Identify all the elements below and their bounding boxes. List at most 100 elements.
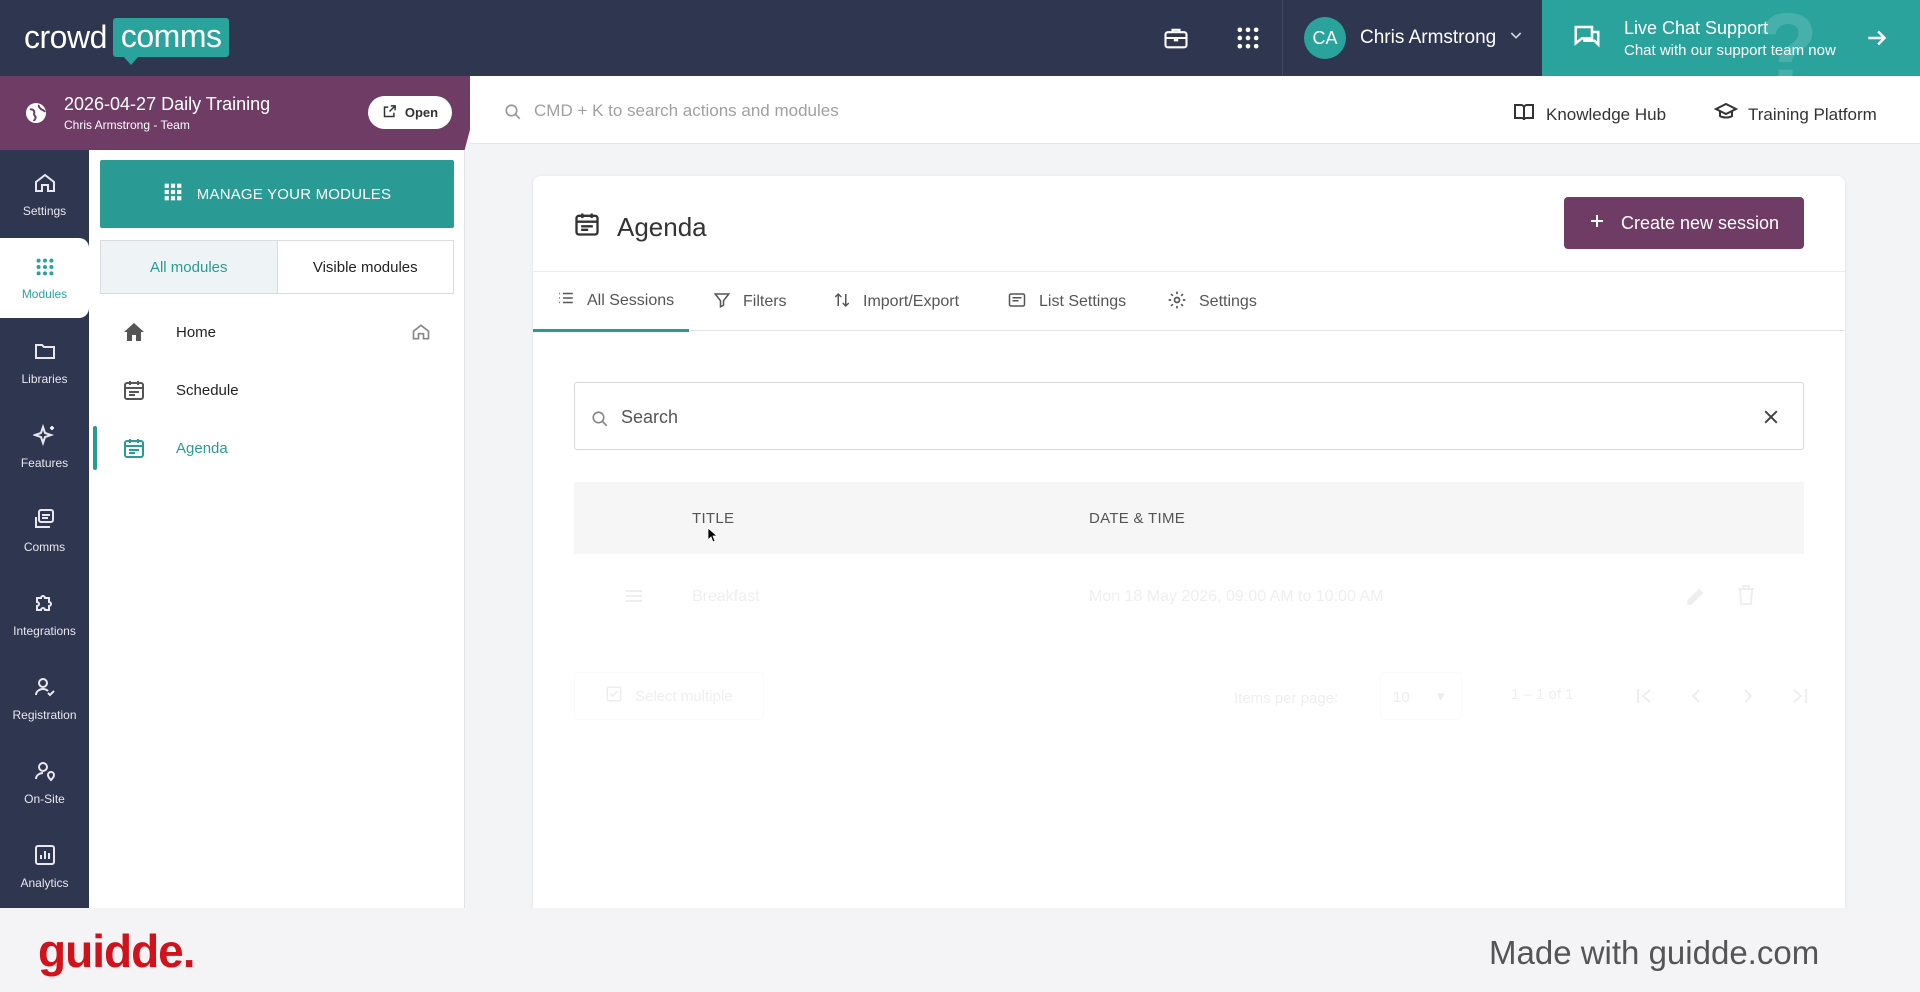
tab-all-modules[interactable]: All modules [101, 241, 278, 293]
live-chat-support-button[interactable]: ? Live Chat Support Chat with our suppor… [1542, 0, 1920, 76]
event-team: Chris Armstrong - Team [64, 118, 190, 132]
rail-label: Libraries [21, 371, 68, 386]
search-icon [591, 410, 609, 433]
global-search-input[interactable]: CMD + K to search actions and modules [534, 101, 839, 121]
briefcase-icon[interactable] [1162, 24, 1190, 52]
event-name: 2026-04-27 Daily Training [64, 94, 271, 114]
checkbox-icon [605, 685, 623, 707]
user-name: Chris Armstrong [1360, 27, 1497, 48]
guidde-logo: guidde. [38, 925, 196, 977]
chat-icon [1572, 22, 1602, 57]
home-outline-icon[interactable] [411, 322, 431, 346]
tab-filters[interactable]: Filters [713, 272, 787, 332]
pagination-range: 1 – 1 of 1 [1511, 686, 1574, 703]
drag-handle-icon[interactable] [622, 584, 646, 613]
rail-item-settings[interactable]: Settings [0, 154, 89, 234]
list-box-icon [1007, 291, 1027, 314]
create-new-session-button[interactable]: Create new session [1564, 197, 1804, 249]
tab-import-export[interactable]: Import/Export [833, 272, 959, 332]
home-icon [122, 320, 146, 348]
rail-label: Features [20, 455, 69, 470]
module-item-home[interactable]: Home [89, 306, 465, 358]
agenda-tabs: All Sessions Filters Import/Export List … [533, 271, 1845, 332]
crowdcomms-logo[interactable]: crowd comms [24, 18, 230, 65]
tab-label: Settings [1199, 293, 1257, 310]
column-header-date-time[interactable]: DATE & TIME [1089, 510, 1185, 527]
module-label: Schedule [176, 381, 239, 399]
open-event-button[interactable]: Open [368, 96, 452, 129]
question-mark-icon: ? [1757, 0, 1819, 76]
table-row[interactable]: Breakfast Mon 18 May 2026, 09:00 AM to 1… [574, 554, 1804, 640]
tab-list-settings[interactable]: List Settings [1007, 272, 1126, 332]
logo-text-crowd: crowd [24, 19, 107, 55]
inbox-icon [33, 507, 57, 534]
calendar-icon [122, 436, 146, 464]
rail-item-on-site[interactable]: On-Site [0, 742, 89, 822]
calendar-icon [122, 378, 146, 406]
first-page-icon[interactable] [1632, 684, 1656, 713]
chevron-left-icon[interactable] [1684, 684, 1708, 713]
calendar-icon [573, 210, 601, 245]
arrow-right-icon [1864, 25, 1890, 56]
swap-vertical-icon [833, 291, 851, 314]
select-multiple-button[interactable]: Select multiple [574, 672, 764, 720]
globe-icon [24, 101, 48, 130]
tab-visible-modules[interactable]: Visible modules [278, 241, 454, 293]
close-icon[interactable] [1761, 407, 1781, 432]
puzzle-icon [33, 591, 57, 618]
user-check-icon [33, 675, 57, 702]
book-icon [1512, 100, 1536, 129]
rail-item-integrations[interactable]: Integrations [0, 574, 89, 654]
rail-item-libraries[interactable]: Libraries [0, 322, 89, 402]
rail-item-modules[interactable]: Modules [0, 238, 89, 318]
knowledge-hub-label: Knowledge Hub [1546, 104, 1667, 124]
tab-settings[interactable]: Settings [1167, 272, 1257, 332]
chevron-right-icon[interactable] [1736, 684, 1760, 713]
items-per-page-select[interactable]: 10 ▾ [1380, 672, 1462, 720]
table-header: TITLE DATE & TIME [574, 482, 1804, 554]
sparkle-icon [31, 423, 57, 450]
row-title: Breakfast [692, 588, 760, 605]
avatar: CA [1304, 17, 1346, 59]
apps-grid-icon[interactable] [1234, 24, 1262, 52]
table-footer: Select multiple Items per page: 10 ▾ 1 –… [574, 666, 1807, 736]
rail-label: Analytics [20, 875, 69, 890]
module-label: Home [176, 323, 217, 341]
tab-label: List Settings [1039, 293, 1127, 310]
global-search-bar: CMD + K to search actions and modules Kn… [470, 76, 1920, 144]
rail-label: Modules [21, 286, 68, 301]
edit-icon[interactable] [1684, 582, 1710, 613]
items-per-page-value: 10 [1393, 689, 1410, 706]
manage-modules-button[interactable]: MANAGE YOUR MODULES [100, 160, 454, 228]
items-per-page-label: Items per page: [1234, 690, 1339, 707]
module-item-agenda[interactable]: Agenda [89, 422, 465, 474]
knowledge-hub-link[interactable]: Knowledge Hub [1512, 100, 1666, 129]
top-bar: crowd comms CA Chris Armstrong ? Live Ch… [0, 0, 1920, 76]
left-nav-rail: Settings Modules Libraries Features Comm… [0, 150, 89, 908]
tab-label: All Sessions [587, 291, 675, 309]
rail-label: Comms [23, 539, 66, 554]
module-item-schedule[interactable]: Schedule [89, 364, 465, 416]
delete-icon[interactable] [1734, 582, 1758, 613]
list-icon [557, 289, 575, 312]
column-header-title[interactable]: TITLE [692, 510, 734, 527]
rail-item-analytics[interactable]: Analytics [0, 826, 89, 906]
rail-item-registration[interactable]: Registration [0, 658, 89, 738]
tab-label: Filters [743, 293, 787, 310]
select-multiple-label: Select multiple [635, 687, 733, 705]
graduation-cap-icon [1713, 100, 1739, 129]
search-icon [504, 103, 522, 126]
user-menu[interactable]: CA Chris Armstrong [1304, 17, 1524, 59]
modules-panel: MANAGE YOUR MODULES All modules Visible … [89, 150, 465, 908]
last-page-icon[interactable] [1788, 684, 1812, 713]
plus-icon [1589, 213, 1605, 234]
rail-item-comms[interactable]: Comms [0, 490, 89, 570]
training-platform-link[interactable]: Training Platform [1713, 100, 1877, 129]
session-search-input[interactable]: Search [574, 382, 1804, 450]
tab-all-sessions[interactable]: All Sessions [533, 272, 689, 332]
event-bar: 2026-04-27 Daily Training Chris Armstron… [0, 76, 484, 150]
rail-item-features[interactable]: Features [0, 406, 89, 486]
create-session-label: Create new session [1620, 212, 1780, 233]
page-title-text: Agenda [617, 212, 707, 242]
rail-label: On-Site [24, 791, 65, 806]
